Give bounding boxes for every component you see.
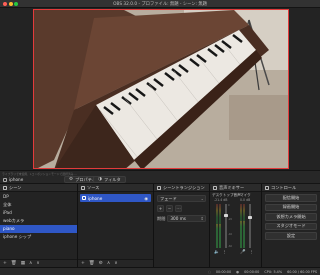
controls-dock: コントロール 配信開始 録画開始 仮想カメラ開始 スタジオモード 設定 bbox=[262, 184, 320, 267]
cpu-usage: CPU: 5.4% bbox=[264, 269, 283, 274]
scene-item[interactable]: 全体 bbox=[0, 201, 77, 209]
duration-value: 300 ms bbox=[170, 216, 186, 221]
transitions-dock-title: シーントランジション bbox=[163, 184, 205, 190]
controls-dock-icon bbox=[265, 185, 269, 190]
scene-item[interactable]: webカメラ bbox=[0, 217, 77, 225]
move-up-icon[interactable]: ∧ bbox=[107, 261, 110, 266]
live-time: 00:00:00 bbox=[215, 269, 232, 274]
rec-time: 00:00:00 bbox=[244, 269, 260, 274]
mixer-dock-icon bbox=[213, 185, 217, 190]
transition-select-value: フェード bbox=[160, 195, 177, 201]
current-source-name: iphone bbox=[9, 177, 24, 182]
preview-canvas[interactable] bbox=[33, 9, 289, 169]
sources-dock: ソース iphone ◉ + 🗑 ⚙ ∧ ∨ bbox=[78, 184, 154, 267]
move-up-icon[interactable]: ∧ bbox=[29, 261, 32, 266]
filters-label: フィルタ bbox=[104, 176, 121, 182]
source-item-label: iphone bbox=[88, 195, 103, 201]
window-title: OBS 32.0.0 - プロファイル: 無題 - シーン: 無題 bbox=[113, 2, 207, 7]
add-scene-icon[interactable]: + bbox=[3, 261, 7, 266]
add-transition-button[interactable]: + bbox=[157, 205, 164, 212]
speaker-icon[interactable]: 🔈 bbox=[214, 250, 219, 255]
transition-settings-button[interactable]: ⋯ bbox=[175, 205, 182, 212]
channel-db: 0.0 dB bbox=[240, 198, 251, 202]
channel-meter bbox=[243, 204, 245, 248]
sources-dock-icon bbox=[81, 185, 85, 190]
dock-area: シーン DP 全体 iPad webカメラ piano iphone シップ +… bbox=[0, 184, 320, 267]
capture-device-icon bbox=[82, 196, 86, 200]
controls-dock-header: コントロール bbox=[262, 184, 320, 192]
scene-list: DP 全体 iPad webカメラ piano iphone シップ bbox=[0, 192, 77, 241]
channel-menu-icon[interactable]: ⋮ bbox=[249, 250, 253, 255]
start-recording-button[interactable]: 録画開始 bbox=[265, 203, 317, 211]
mixer-body: デスクトップ音声 -21.4 dB 0 -20 -40 -60 🔈 ⋮ マイク 0.0… bbox=[210, 192, 261, 259]
microphone-icon[interactable]: 🎤 bbox=[240, 250, 245, 255]
volume-fader[interactable] bbox=[223, 204, 228, 248]
remove-source-icon[interactable]: 🗑 bbox=[89, 261, 95, 266]
gear-icon: ⚙ bbox=[69, 177, 74, 182]
scenes-dock: シーン DP 全体 iPad webカメラ piano iphone シップ +… bbox=[0, 184, 78, 267]
add-source-icon[interactable]: + bbox=[81, 261, 85, 266]
channel-meter bbox=[216, 204, 218, 248]
sources-dock-header: ソース bbox=[78, 184, 153, 192]
scenes-dock-icon bbox=[3, 185, 7, 190]
chevron-down-icon: ⌄ bbox=[200, 196, 204, 201]
remove-transition-button[interactable]: − bbox=[166, 205, 173, 212]
mixer-dock-title: 音声ミキサー bbox=[219, 184, 245, 190]
scene-item-selected[interactable]: piano bbox=[0, 225, 77, 233]
scenes-dock-title: シーン bbox=[9, 184, 22, 190]
channel-meter bbox=[219, 204, 221, 248]
audio-mixer-dock: 音声ミキサー デスクトップ音声 -21.4 dB 0 -20 -40 -60 🔈 ⋮ … bbox=[210, 184, 262, 267]
source-settings-icon[interactable]: ⚙ bbox=[99, 261, 103, 266]
transitions-dock: シーントランジション フェード ⌄ + − ⋯ 期間 300 ms ⇕ bbox=[154, 184, 210, 267]
preview-area[interactable] bbox=[0, 8, 320, 170]
start-streaming-button[interactable]: 配信開始 bbox=[265, 194, 317, 202]
scene-filter-icon[interactable]: ▦ bbox=[21, 261, 25, 266]
mixer-dock-header: 音声ミキサー bbox=[210, 184, 261, 192]
duration-row: 期間 300 ms ⇕ bbox=[154, 212, 209, 222]
duration-label: 期間 bbox=[157, 215, 166, 221]
move-down-icon[interactable]: ∨ bbox=[114, 261, 117, 266]
piano-camera-image bbox=[34, 10, 288, 168]
transition-select[interactable]: フェード ⌄ bbox=[157, 195, 206, 202]
sources-dock-title: ソース bbox=[87, 184, 100, 190]
controls-dock-title: コントロール bbox=[271, 184, 297, 190]
source-type-icon bbox=[3, 177, 7, 182]
transitions-dock-header: シーントランジション bbox=[154, 184, 209, 192]
scene-item[interactable]: iphone シップ bbox=[0, 233, 77, 241]
source-item-selected[interactable]: iphone ◉ bbox=[80, 194, 151, 202]
source-toolbar: ライブラリで未使用、Lコンポジションモードで選択済み ... iphone ⚙ … bbox=[0, 170, 320, 184]
scene-item[interactable]: DP bbox=[0, 193, 77, 201]
remove-scene-icon[interactable]: 🗑 bbox=[11, 261, 17, 266]
channel-db: -21.4 dB bbox=[214, 198, 228, 202]
network-icon: ◌ bbox=[207, 269, 211, 274]
record-icon: ● bbox=[236, 269, 240, 274]
filters-button[interactable]: ◑ フィルタ bbox=[93, 176, 126, 183]
current-source-label: iphone bbox=[3, 176, 23, 183]
db-scale: 0 -20 -40 -60 bbox=[228, 204, 233, 248]
scene-item[interactable]: iPad bbox=[0, 209, 77, 217]
scenes-dock-footer: + 🗑 ▦ ∧ ∨ bbox=[0, 259, 77, 267]
studio-mode-button[interactable]: スタジオモード bbox=[265, 222, 317, 230]
stepper-icon: ⇕ bbox=[200, 216, 204, 221]
title-bar: OBS 32.0.0 - プロファイル: 無題 - シーン: 無題 bbox=[0, 0, 320, 8]
filter-icon: ◑ bbox=[98, 177, 103, 182]
fps-readout: 60.00 / 60.00 FPS bbox=[287, 269, 317, 274]
channel-meter bbox=[240, 204, 242, 248]
channel-menu-icon[interactable]: ⋮ bbox=[222, 250, 226, 255]
settings-button[interactable]: 設定 bbox=[265, 232, 317, 240]
duration-input[interactable]: 300 ms ⇕ bbox=[167, 215, 206, 222]
scenes-dock-header: シーン bbox=[0, 184, 77, 192]
transition-button-row: + − ⋯ bbox=[154, 202, 209, 212]
start-virtual-camera-button[interactable]: 仮想カメラ開始 bbox=[265, 213, 317, 221]
sources-dock-footer: + 🗑 ⚙ ∧ ∨ bbox=[78, 259, 153, 267]
transition-select-row: フェード ⌄ bbox=[154, 192, 209, 202]
eye-icon[interactable]: ◉ bbox=[144, 196, 148, 201]
volume-fader[interactable] bbox=[247, 204, 252, 248]
preview-status-text: ライブラリで未使用、Lコンポジションモードで選択済み ... bbox=[2, 172, 78, 176]
status-bar: ◌ 00:00:00 ● 00:00:00 CPU: 5.4% 60.00 / … bbox=[0, 267, 320, 275]
transitions-dock-icon bbox=[157, 185, 161, 190]
move-down-icon[interactable]: ∨ bbox=[36, 261, 39, 266]
